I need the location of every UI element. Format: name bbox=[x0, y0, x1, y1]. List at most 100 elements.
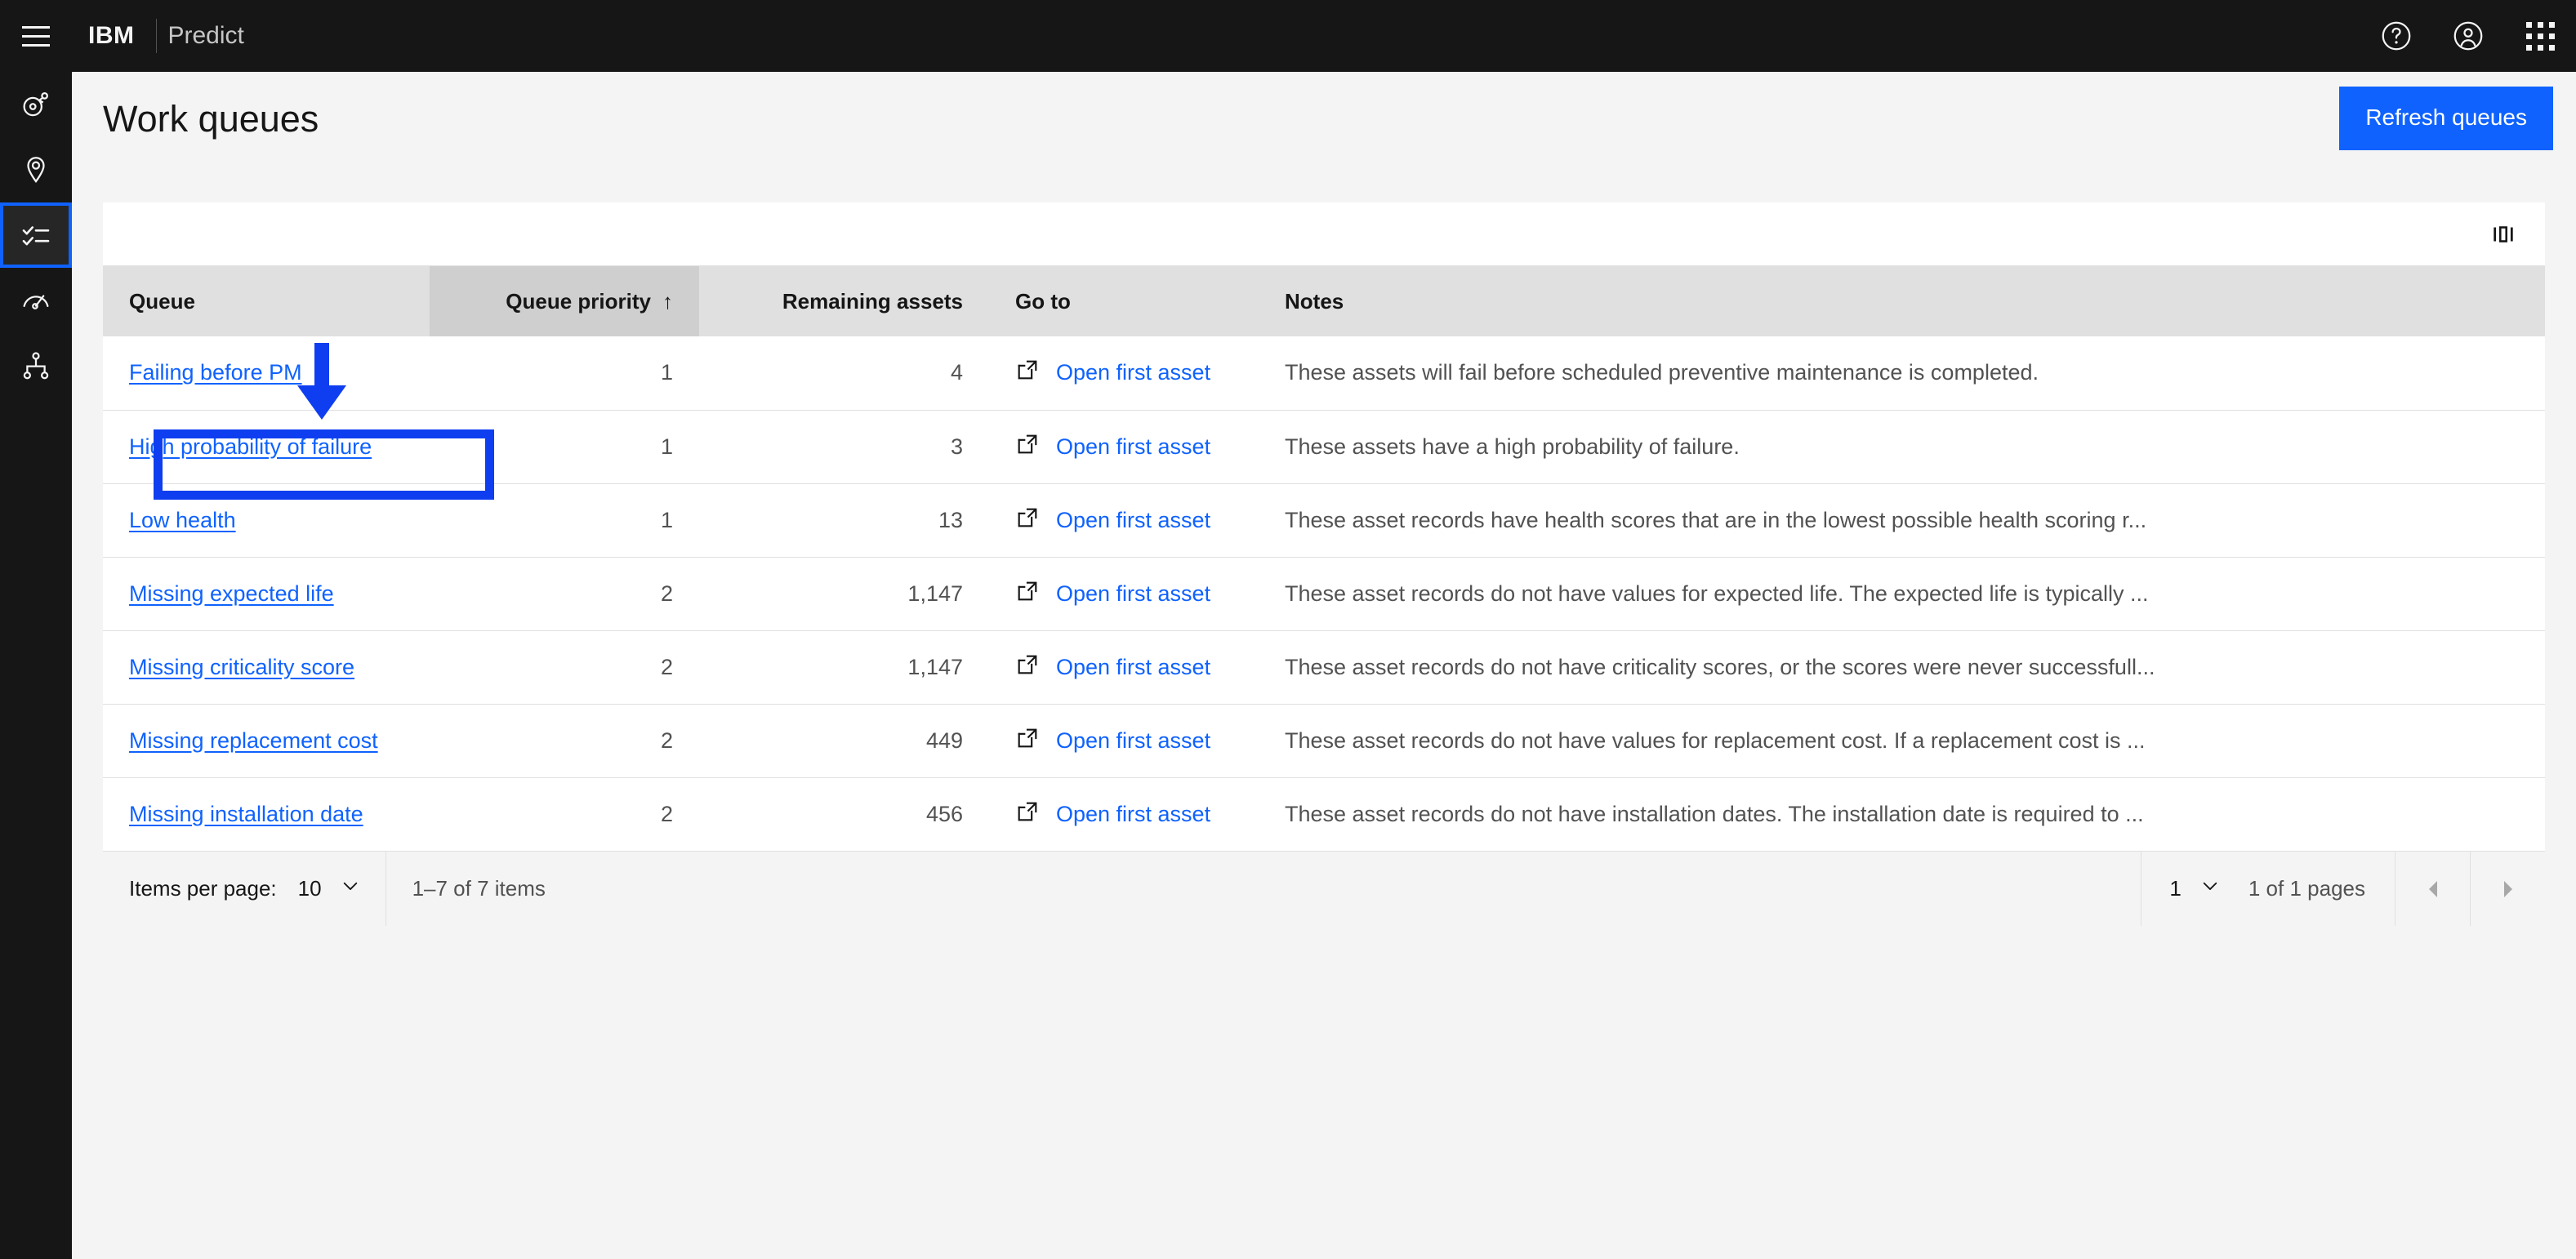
column-header-remaining-assets[interactable]: Remaining assets bbox=[699, 266, 989, 336]
notes-cell: These asset records do not have installa… bbox=[1259, 777, 2545, 851]
page-header: Work queues Refresh queues bbox=[72, 72, 2576, 163]
notes-cell: These asset records do not have values f… bbox=[1259, 557, 2545, 631]
queue-name-cell: Missing expected life bbox=[103, 557, 430, 631]
app-name: Predict bbox=[167, 22, 244, 49]
caret-right-icon bbox=[2503, 880, 2512, 897]
queue-name-cell: Missing installation date bbox=[103, 777, 430, 851]
queue-priority-cell: 2 bbox=[430, 630, 699, 705]
column-header-notes[interactable]: Notes bbox=[1259, 266, 2545, 336]
table-row[interactable]: Missing criticality score 2 1,147 Open f… bbox=[103, 630, 2545, 705]
queue-link[interactable]: Missing installation date bbox=[129, 802, 363, 826]
asset-icon bbox=[20, 88, 52, 121]
table-row[interactable]: Low health 1 13 Open first asset These a… bbox=[103, 483, 2545, 558]
table-row[interactable]: High probability of failure 1 3 Open fir… bbox=[103, 410, 2545, 484]
remaining-assets-cell: 4 bbox=[699, 336, 989, 411]
remaining-assets-cell: 3 bbox=[699, 410, 989, 484]
items-per-page-group: Items per page: 10 bbox=[103, 852, 386, 926]
ibm-logo: IBM bbox=[88, 22, 135, 49]
task-list-icon bbox=[20, 219, 52, 251]
queue-name-cell: Missing replacement cost bbox=[103, 704, 430, 778]
remaining-assets-cell: 1,147 bbox=[699, 557, 989, 631]
open-first-asset-link[interactable]: Open first asset bbox=[1056, 508, 1210, 533]
open-first-asset-link[interactable]: Open first asset bbox=[1056, 360, 1210, 385]
external-link-icon bbox=[1015, 505, 1040, 536]
notes-cell: These asset records do not have critical… bbox=[1259, 630, 2545, 705]
app-switcher-icon[interactable] bbox=[2504, 0, 2576, 72]
queue-link[interactable]: Low health bbox=[129, 508, 236, 532]
pagination-bar: Items per page: 10 1–7 of 7 items 1 1 of… bbox=[103, 851, 2545, 926]
sidebar-item-assets[interactable] bbox=[0, 72, 72, 137]
work-queues-table-container: Queue Queue priority ↑ Remaining assets G… bbox=[103, 202, 2545, 926]
open-first-asset-link[interactable]: Open first asset bbox=[1056, 655, 1210, 680]
table-row[interactable]: Missing installation date 2 456 Open fir… bbox=[103, 777, 2545, 851]
top-header: IBM Predict bbox=[0, 0, 2576, 72]
remaining-assets-cell: 13 bbox=[699, 483, 989, 558]
sidebar-item-hierarchy[interactable] bbox=[0, 333, 72, 398]
queue-priority-cell: 2 bbox=[430, 704, 699, 778]
table-row[interactable]: Failing before PM 1 4 Open first asset T… bbox=[103, 336, 2545, 411]
column-settings-icon[interactable] bbox=[2480, 211, 2527, 258]
queue-priority-cell: 2 bbox=[430, 777, 699, 851]
open-first-asset-link[interactable]: Open first asset bbox=[1056, 581, 1210, 607]
page-number-value: 1 bbox=[2169, 876, 2182, 901]
external-link-icon bbox=[1015, 652, 1040, 683]
open-first-asset-link[interactable]: Open first asset bbox=[1056, 728, 1210, 754]
sidebar-item-health[interactable] bbox=[0, 268, 72, 333]
notes-cell: These asset records have health scores t… bbox=[1259, 483, 2545, 558]
go-to-cell: Open first asset bbox=[989, 557, 1259, 631]
external-link-icon bbox=[1015, 799, 1040, 830]
items-range-text: 1–7 of 7 items bbox=[412, 876, 546, 901]
notes-cell: These assets will fail before scheduled … bbox=[1259, 336, 2545, 411]
go-to-cell: Open first asset bbox=[989, 410, 1259, 484]
go-to-cell: Open first asset bbox=[989, 704, 1259, 778]
queue-name-cell: Missing criticality score bbox=[103, 630, 430, 705]
queue-link[interactable]: Missing replacement cost bbox=[129, 728, 378, 753]
queue-name-cell: High probability of failure bbox=[103, 410, 430, 484]
work-queues-table: Queue Queue priority ↑ Remaining assets G… bbox=[103, 266, 2545, 851]
sidebar-item-work-queues[interactable] bbox=[0, 202, 72, 268]
open-first-asset-link[interactable]: Open first asset bbox=[1056, 434, 1210, 460]
location-pin-icon bbox=[20, 153, 52, 186]
chevron-down-icon bbox=[340, 875, 361, 902]
column-header-queue-priority[interactable]: Queue priority ↑ bbox=[430, 266, 699, 336]
column-header-queue[interactable]: Queue bbox=[103, 266, 430, 336]
table-row[interactable]: Missing replacement cost 2 449 Open firs… bbox=[103, 704, 2545, 778]
total-pages-text: 1 of 1 pages bbox=[2248, 876, 2365, 901]
queue-priority-cell: 2 bbox=[430, 557, 699, 631]
page-nav-group: 1 1 of 1 pages bbox=[2141, 852, 2545, 926]
main-content: Work queues Refresh queues Queue Queue p… bbox=[72, 72, 2576, 1259]
refresh-queues-button[interactable]: Refresh queues bbox=[2339, 87, 2553, 150]
table-toolbar bbox=[103, 202, 2545, 266]
column-header-go-to[interactable]: Go to bbox=[989, 266, 1259, 336]
column-header-remaining-assets-label: Remaining assets bbox=[782, 288, 963, 314]
items-per-page-select[interactable]: 10 bbox=[298, 875, 361, 902]
queue-link[interactable]: Failing before PM bbox=[129, 360, 302, 385]
queue-priority-cell: 1 bbox=[430, 410, 699, 484]
open-first-asset-link[interactable]: Open first asset bbox=[1056, 802, 1210, 827]
queue-link[interactable]: High probability of failure bbox=[129, 434, 372, 459]
user-avatar-icon[interactable] bbox=[2432, 0, 2504, 72]
previous-page-button[interactable] bbox=[2395, 852, 2470, 926]
notes-cell: These asset records do not have values f… bbox=[1259, 704, 2545, 778]
caret-left-icon bbox=[2428, 880, 2437, 897]
chevron-down-icon bbox=[2199, 875, 2221, 902]
left-nav-rail bbox=[0, 72, 72, 1259]
page-number-select[interactable]: 1 bbox=[2141, 852, 2248, 926]
queue-link[interactable]: Missing expected life bbox=[129, 581, 334, 606]
go-to-cell: Open first asset bbox=[989, 336, 1259, 411]
external-link-icon bbox=[1015, 432, 1040, 462]
gauge-icon bbox=[20, 284, 52, 317]
sort-ascending-icon: ↑ bbox=[662, 288, 673, 314]
next-page-button[interactable] bbox=[2470, 852, 2545, 926]
sidebar-item-locations[interactable] bbox=[0, 137, 72, 202]
help-icon[interactable] bbox=[2360, 0, 2432, 72]
hamburger-menu-icon[interactable] bbox=[0, 0, 72, 72]
page-title: Work queues bbox=[103, 98, 319, 140]
table-body: Failing before PM 1 4 Open first asset T… bbox=[103, 336, 2545, 851]
table-row[interactable]: Missing expected life 2 1,147 Open first… bbox=[103, 557, 2545, 631]
column-header-go-to-label: Go to bbox=[1015, 288, 1071, 314]
column-header-queue-priority-label: Queue priority bbox=[506, 288, 651, 314]
header-divider bbox=[155, 19, 157, 53]
queue-link[interactable]: Missing criticality score bbox=[129, 655, 354, 679]
items-per-page-label: Items per page: bbox=[129, 876, 277, 901]
